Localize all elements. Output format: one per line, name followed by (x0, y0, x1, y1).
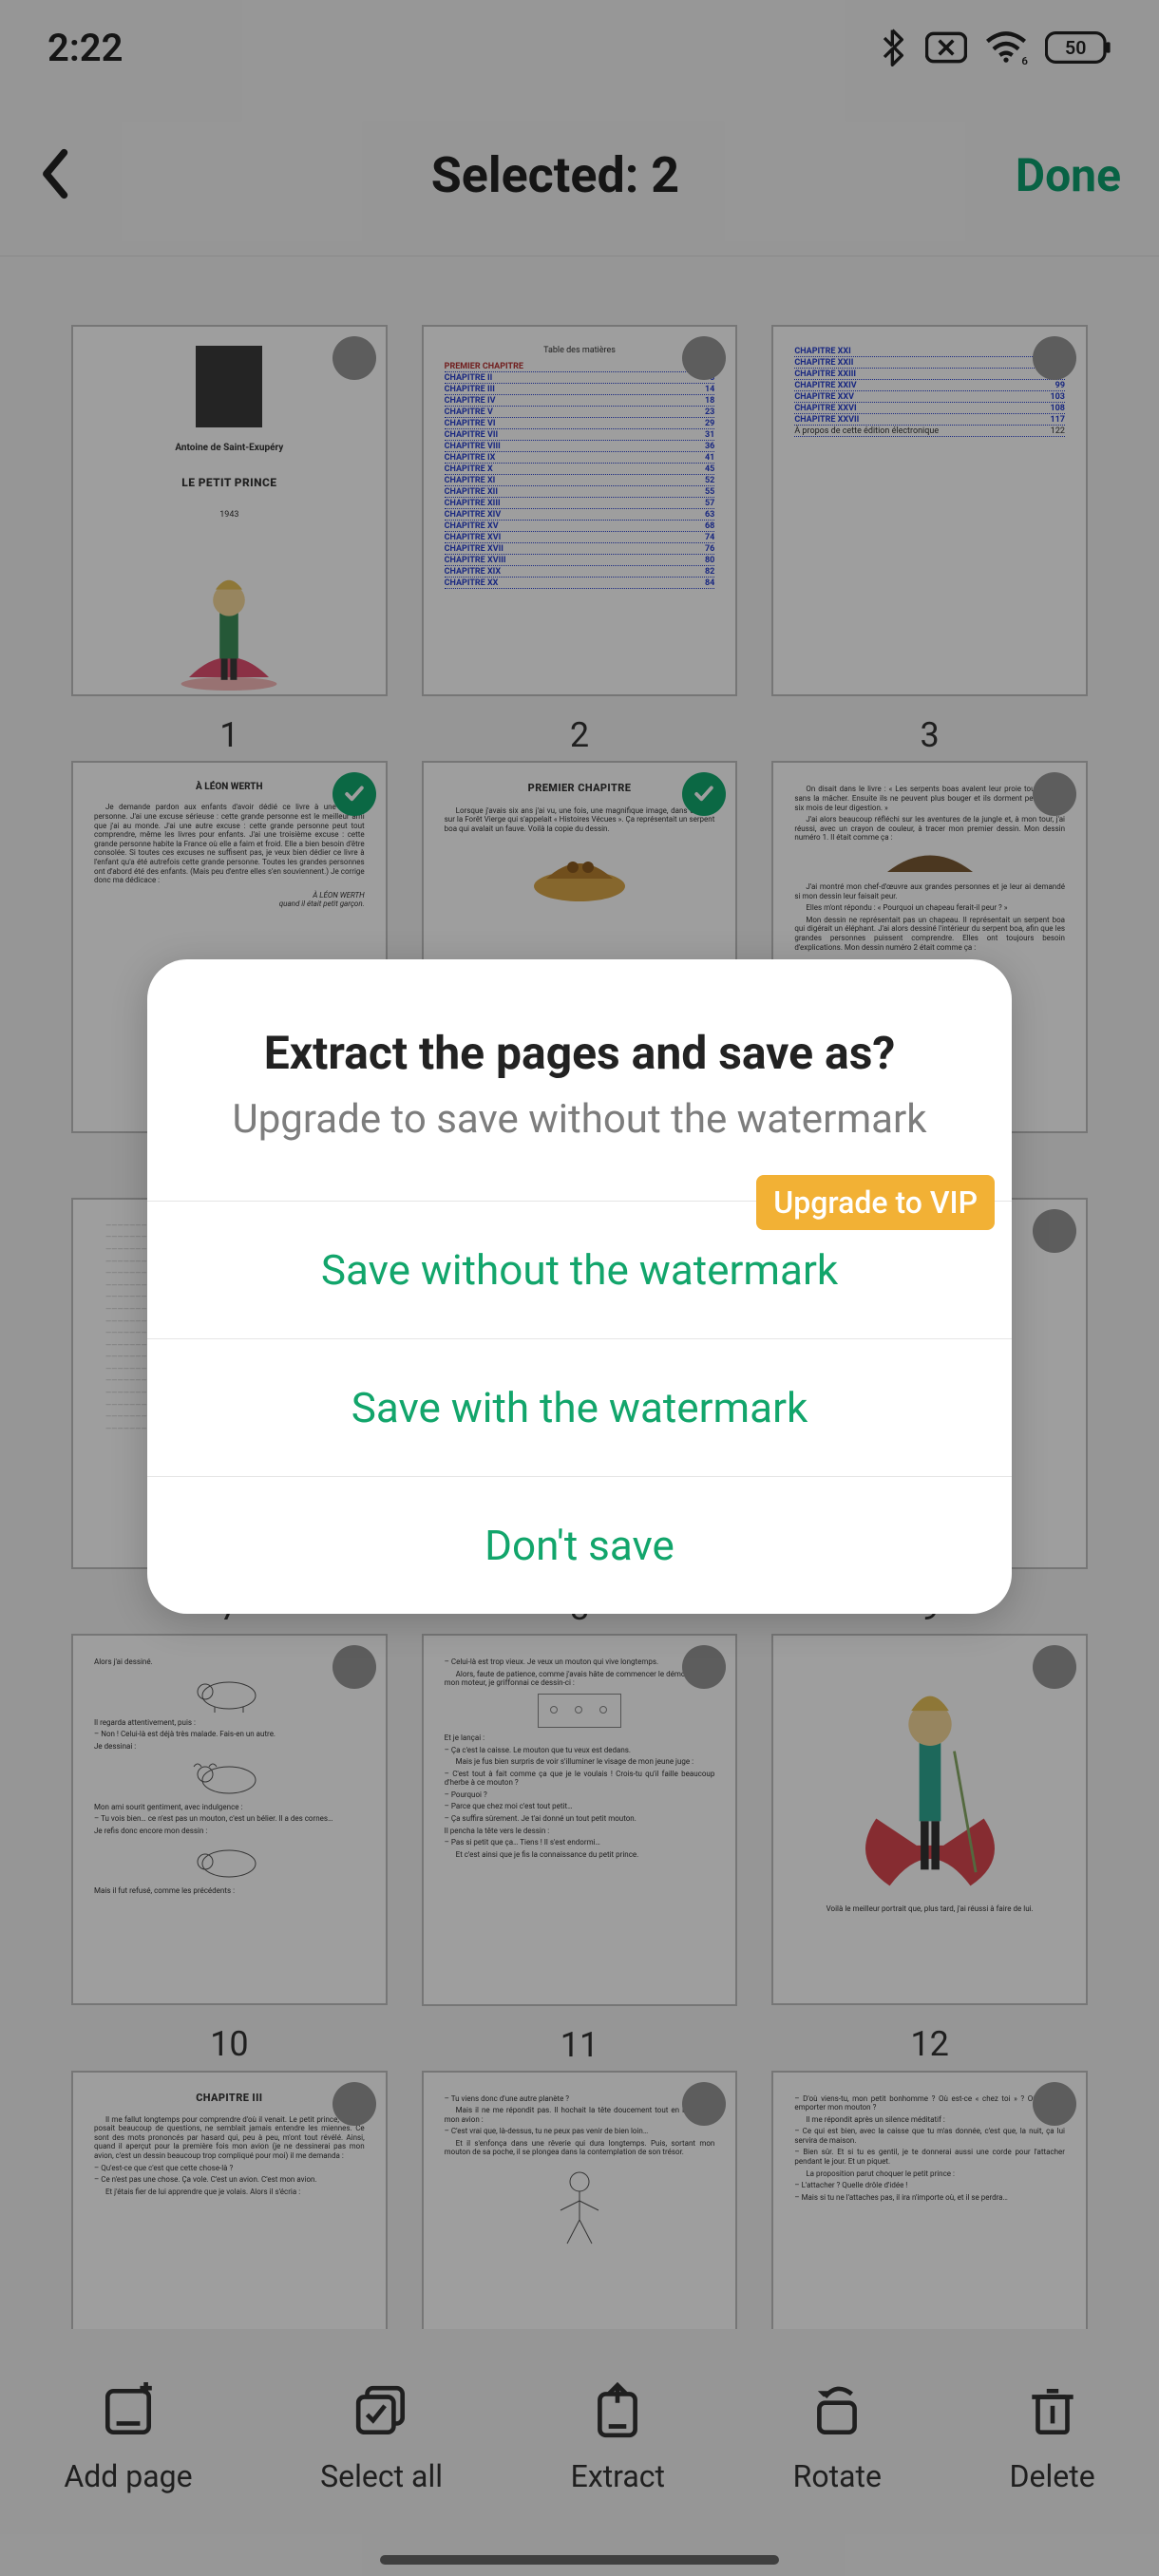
vip-badge: Upgrade to VIP (756, 1175, 995, 1230)
dont-save-option[interactable]: Don't save (147, 1476, 1012, 1614)
dialog-title: Extract the pages and save as? (147, 959, 1012, 1093)
save-without-watermark-option[interactable]: Upgrade to VIP Save without the watermar… (147, 1201, 1012, 1338)
save-with-watermark-option[interactable]: Save with the watermark (147, 1338, 1012, 1476)
extract-dialog: Extract the pages and save as? Upgrade t… (147, 959, 1012, 1614)
